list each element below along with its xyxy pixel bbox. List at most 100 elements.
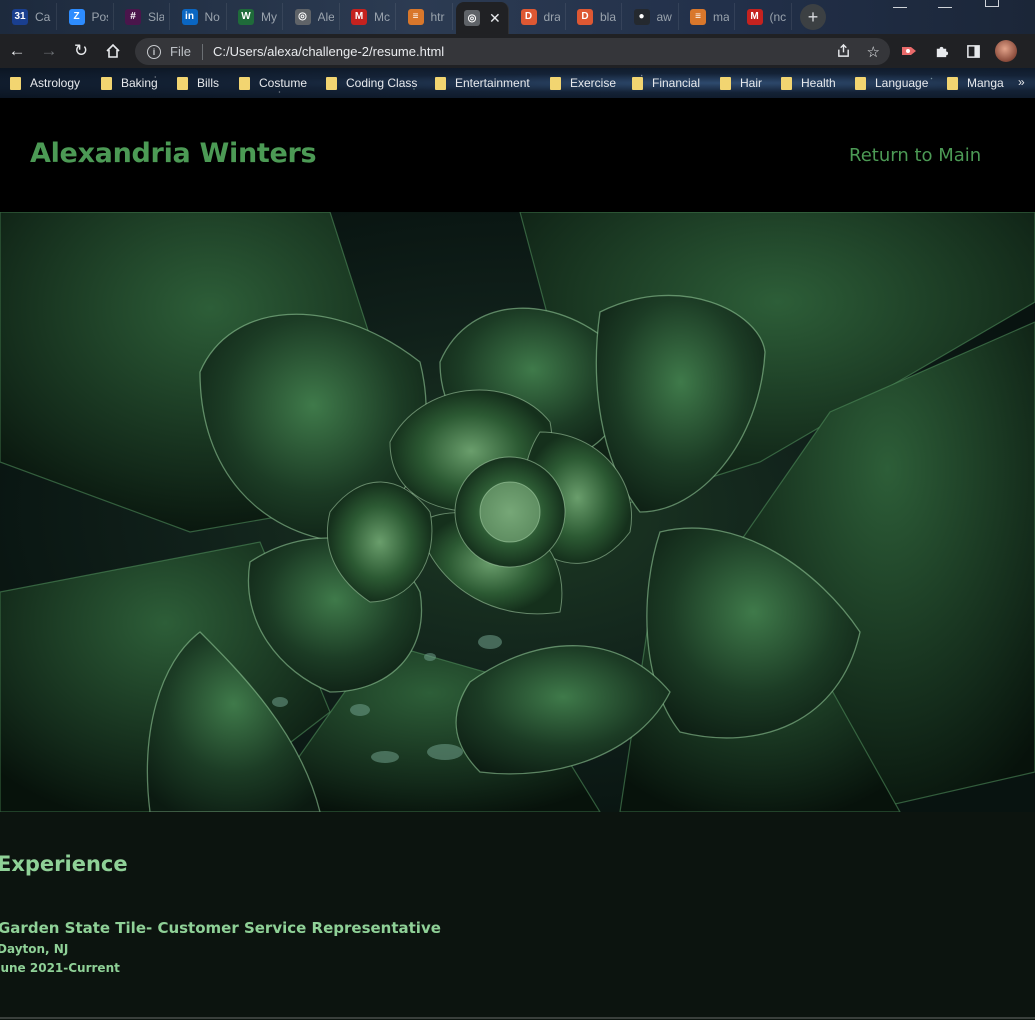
browser-tab[interactable]: # Sla bbox=[117, 3, 170, 30]
bookmark-item[interactable]: Astrology bbox=[10, 74, 80, 92]
bookmark-item[interactable]: Bills bbox=[177, 74, 219, 92]
window-control-dropdown[interactable] bbox=[893, 0, 907, 8]
folder-icon bbox=[947, 76, 958, 90]
browser-toolbar: ← → ↻ i File C:/Users/alexa/challenge-2/… bbox=[0, 34, 1035, 68]
calendar-icon: 31 bbox=[12, 8, 28, 25]
tab-label: dra bbox=[543, 9, 560, 24]
maximize-button[interactable] bbox=[985, 0, 999, 7]
tab-label: Mc bbox=[374, 9, 390, 24]
browser-tab[interactable]: Z Pos bbox=[61, 3, 114, 30]
bookmark-item[interactable]: Health bbox=[781, 74, 836, 92]
browser-tab[interactable]: W My bbox=[230, 3, 283, 30]
info-icon[interactable]: i bbox=[147, 44, 161, 59]
browser-tab[interactable]: 31 Cal bbox=[4, 3, 57, 30]
home-icon[interactable] bbox=[102, 40, 124, 62]
bookmark-label: Exercise bbox=[570, 76, 617, 90]
url-separator bbox=[201, 43, 203, 60]
tab-label: My bbox=[261, 9, 277, 24]
bookmark-label: Health bbox=[801, 76, 836, 90]
browser-tab[interactable]: ● aw bbox=[626, 3, 679, 30]
tab-label: aw bbox=[656, 9, 672, 24]
tab-strip: + 31CalZPos#SlainNoWMy◎AleMMc≡htr◎✕DdraD… bbox=[0, 0, 1035, 34]
browser-tab[interactable]: ◎ Ale bbox=[287, 3, 340, 30]
profile-avatar[interactable] bbox=[995, 40, 1017, 62]
bookmarks-bar: » Astrology Baking Bills Costume Coding Clas… bbox=[0, 68, 1035, 98]
browser-tab[interactable]: M Mc bbox=[343, 3, 396, 30]
url-text[interactable]: C:/Users/alexa/challenge-2/resume.html bbox=[213, 44, 444, 59]
folder-icon bbox=[781, 76, 792, 90]
browser-tab[interactable]: ◎ ✕ bbox=[456, 2, 509, 34]
bookmark-item[interactable]: Baking bbox=[101, 74, 158, 92]
tab-label: bla bbox=[600, 9, 616, 24]
browser-tab[interactable]: ≡ ma bbox=[682, 3, 735, 30]
folder-icon bbox=[632, 76, 643, 90]
folder-icon bbox=[177, 76, 188, 90]
experience-section: Experience Garden State Tile- Customer S… bbox=[0, 812, 1035, 1020]
bookmark-star-icon[interactable]: ☆ bbox=[867, 43, 880, 62]
bookmark-item[interactable]: Entertainment bbox=[435, 74, 530, 92]
tab-label: htr bbox=[430, 9, 445, 24]
folder-icon bbox=[239, 76, 250, 90]
side-panel-icon[interactable] bbox=[964, 42, 982, 60]
tab-label: Pos bbox=[91, 9, 108, 24]
reload-icon[interactable]: ↻ bbox=[70, 40, 92, 62]
bookmark-item[interactable]: Exercise bbox=[550, 74, 616, 92]
bookmarks-overflow-button[interactable]: » bbox=[1018, 75, 1025, 89]
duckduckgo-icon: D bbox=[577, 8, 593, 25]
github-icon: ● bbox=[633, 8, 650, 25]
minimize-button[interactable] bbox=[938, 0, 952, 8]
globe-icon: ◎ bbox=[294, 8, 311, 25]
job-location: Dayton, NJ bbox=[0, 942, 69, 956]
browser-tab[interactable]: Dbla bbox=[569, 3, 622, 30]
bookmark-label: Bills bbox=[197, 76, 220, 90]
bookmark-item[interactable]: Hair bbox=[720, 74, 762, 92]
gmail-icon: M bbox=[746, 8, 763, 25]
tab-label: Sla bbox=[148, 9, 164, 24]
folder-icon bbox=[720, 76, 731, 90]
bookmark-item[interactable]: Language bbox=[855, 74, 928, 92]
tab-label: No bbox=[204, 9, 220, 24]
site-header: Alexandria Winters Return to Main bbox=[0, 98, 1035, 212]
address-bar[interactable]: i File C:/Users/alexa/challenge-2/resume… bbox=[135, 38, 890, 65]
duckduckgo-icon: D bbox=[520, 8, 537, 25]
gmail-icon: M bbox=[351, 8, 367, 25]
folder-icon bbox=[435, 76, 446, 90]
stackoverflow-icon: ≡ bbox=[690, 8, 706, 25]
tab-label: ma bbox=[713, 9, 729, 24]
close-tab-icon[interactable]: ✕ bbox=[489, 10, 501, 27]
browser-tab[interactable]: in No bbox=[174, 3, 227, 30]
bookmark-item[interactable]: Financial bbox=[632, 74, 700, 92]
bookmark-label: Manga bbox=[967, 76, 1004, 90]
extensions-puzzle-icon[interactable] bbox=[932, 42, 950, 60]
experience-heading: Experience bbox=[0, 852, 128, 876]
return-to-main-link[interactable]: Return to Main bbox=[849, 145, 981, 166]
web-page: Alexandria Winters Return to Main Experi… bbox=[0, 98, 1035, 1020]
bookmark-label: Astrology bbox=[30, 76, 81, 90]
bookmark-item[interactable]: Coding Class bbox=[326, 74, 417, 92]
bookmark-label: Costume bbox=[259, 76, 308, 90]
folder-icon bbox=[550, 76, 561, 90]
bookmark-item[interactable]: Costume bbox=[239, 74, 307, 92]
forward-arrow-icon[interactable]: → bbox=[38, 40, 60, 62]
back-arrow-icon[interactable]: ← bbox=[6, 40, 28, 62]
share-icon[interactable] bbox=[836, 43, 851, 62]
bookmark-label: Financial bbox=[652, 76, 701, 90]
zoom-icon: Z bbox=[68, 8, 85, 25]
browser-tab[interactable]: ≡ htr bbox=[400, 3, 453, 30]
tab-label: Cal bbox=[35, 9, 51, 24]
folder-icon bbox=[326, 76, 337, 90]
bottom-divider bbox=[0, 1017, 1035, 1019]
job-title: Garden State Tile- Customer Service Repr… bbox=[0, 919, 441, 937]
extension-record-icon[interactable] bbox=[900, 42, 918, 60]
folder-icon bbox=[101, 76, 112, 90]
bookmark-label: Hair bbox=[740, 76, 763, 90]
bookmark-label: Language bbox=[875, 76, 929, 90]
bookmark-item[interactable]: Manga bbox=[947, 74, 1004, 92]
new-tab-button[interactable]: + bbox=[800, 4, 826, 30]
linkedin-icon: in bbox=[181, 8, 198, 25]
browser-tab[interactable]: M (nc bbox=[739, 3, 792, 30]
hero-succulent-image bbox=[0, 212, 1035, 812]
browser-tab[interactable]: Ddra bbox=[513, 3, 566, 30]
bookmark-label: Entertainment bbox=[455, 76, 530, 90]
slack-icon: # bbox=[125, 8, 141, 25]
